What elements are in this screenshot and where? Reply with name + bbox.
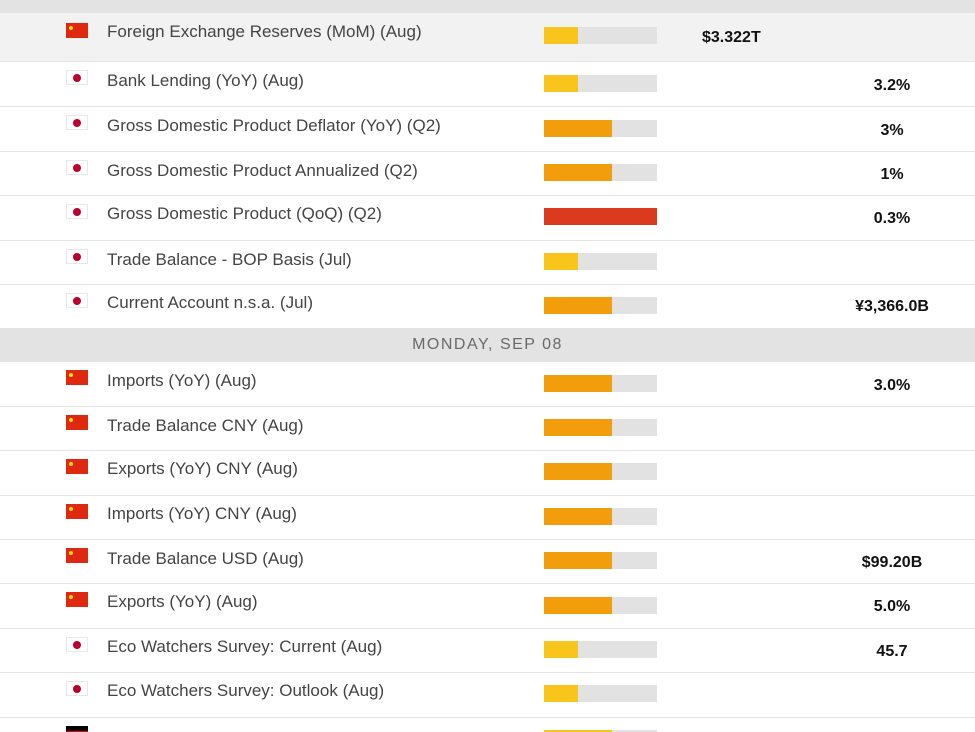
impact-bar [544, 27, 657, 44]
event-value: 3.0% [873, 377, 911, 394]
japan-flag-icon [66, 681, 88, 696]
event-name: Trade Balance - BOP Basis (Jul) [107, 250, 352, 269]
date-header-top-cut [0, 0, 975, 13]
impact-fill [544, 508, 612, 525]
event-row[interactable]: Trade Balance - BOP Basis (Jul) [0, 241, 975, 285]
event-row[interactable]: Eco Watchers Survey: Current (Aug) 45.7 [0, 629, 975, 673]
impact-fill [544, 120, 612, 137]
event-name: Current Account n.s.a. (Jul) [107, 293, 313, 312]
impact-fill [544, 597, 612, 614]
event-row[interactable]: Gross Domestic Product Annualized (Q2) 1… [0, 152, 975, 196]
japan-flag-icon [66, 637, 88, 652]
impact-bar [544, 552, 657, 569]
impact-bar [544, 208, 657, 225]
event-name: Imports (YoY) CNY (Aug) [107, 504, 297, 523]
event-value: $3.322T [702, 29, 761, 46]
event-row[interactable]: Foreign Exchange Reserves (MoM) (Aug) $3… [0, 13, 975, 62]
impact-bar [544, 120, 657, 137]
impact-fill [544, 375, 612, 392]
event-value: 3% [880, 122, 904, 139]
event-name: Bank Lending (YoY) (Aug) [107, 71, 304, 90]
impact-bar [544, 508, 657, 525]
event-value: 45.7 [876, 643, 908, 660]
event-row[interactable]: Current Account n.s.a. (Jul) ¥3,366.0B [0, 285, 975, 329]
event-row[interactable]: Eco Watchers Survey: Outlook (Aug) [0, 673, 975, 718]
event-value: 1% [880, 166, 904, 183]
impact-bar [544, 641, 657, 658]
event-value: ¥3,366.0B [855, 298, 929, 315]
event-value: 3.2% [873, 77, 911, 94]
event-row[interactable]: Bank Lending (YoY) (Aug) 3.2% [0, 62, 975, 107]
event-name: Exports (YoY) (Aug) [107, 592, 258, 611]
event-name: Imports (YoY) (Aug) [107, 371, 257, 390]
impact-fill [544, 419, 612, 436]
impact-fill [544, 641, 578, 658]
impact-fill [544, 297, 612, 314]
event-name: Eco Watchers Survey: Outlook (Aug) [107, 681, 385, 700]
event-row[interactable]: Trade Balance CNY (Aug) [0, 407, 975, 451]
japan-flag-icon [66, 115, 88, 130]
impact-fill [544, 27, 578, 44]
event-row[interactable]: Imports (YoY) CNY (Aug) [0, 496, 975, 540]
impact-bar [544, 75, 657, 92]
event-name: Trade Balance CNY (Aug) [107, 416, 304, 435]
event-row[interactable] [0, 718, 975, 732]
china-flag-icon [66, 23, 88, 38]
impact-bar [544, 685, 657, 702]
event-row[interactable]: Gross Domestic Product Deflator (YoY) (Q… [0, 107, 975, 152]
japan-flag-icon [66, 70, 88, 85]
event-row[interactable]: Trade Balance USD (Aug) $99.20B [0, 540, 975, 584]
event-row[interactable]: Exports (YoY) (Aug) 5.0% [0, 584, 975, 629]
impact-fill [544, 208, 657, 225]
event-value: 5.0% [873, 598, 911, 615]
event-row[interactable]: Exports (YoY) CNY (Aug) [0, 451, 975, 496]
china-flag-icon [66, 592, 88, 607]
impact-bar [544, 597, 657, 614]
event-row[interactable]: Imports (YoY) (Aug) 3.0% [0, 362, 975, 407]
event-value: $99.20B [861, 554, 923, 571]
china-flag-icon [66, 548, 88, 563]
impact-bar [544, 375, 657, 392]
event-row[interactable]: Gross Domestic Product (QoQ) (Q2) 0.3% [0, 196, 975, 241]
japan-flag-icon [66, 160, 88, 175]
impact-bar [544, 297, 657, 314]
china-flag-icon [66, 415, 88, 430]
japan-flag-icon [66, 204, 88, 219]
china-flag-icon [66, 504, 88, 519]
impact-fill [544, 463, 612, 480]
date-header: MONDAY, SEP 08 [0, 328, 975, 362]
japan-flag-icon [66, 249, 88, 264]
event-name: Gross Domestic Product (QoQ) (Q2) [107, 204, 382, 223]
event-name: Foreign Exchange Reserves (MoM) (Aug) [107, 22, 422, 41]
impact-fill [544, 164, 612, 181]
impact-fill [544, 552, 612, 569]
germany-flag-icon [66, 726, 88, 732]
impact-fill [544, 685, 578, 702]
event-name: Eco Watchers Survey: Current (Aug) [107, 637, 383, 656]
impact-bar [544, 463, 657, 480]
impact-fill [544, 253, 578, 270]
china-flag-icon [66, 370, 88, 385]
event-name: Exports (YoY) CNY (Aug) [107, 459, 298, 478]
event-name: Trade Balance USD (Aug) [107, 549, 304, 568]
impact-bar [544, 253, 657, 270]
impact-bar [544, 164, 657, 181]
event-name: Gross Domestic Product Annualized (Q2) [107, 161, 418, 180]
impact-fill [544, 75, 578, 92]
economic-calendar: Foreign Exchange Reserves (MoM) (Aug) $3… [0, 0, 975, 732]
event-name: Gross Domestic Product Deflator (YoY) (Q… [107, 116, 441, 135]
japan-flag-icon [66, 293, 88, 308]
event-value: 0.3% [873, 210, 911, 227]
impact-bar [544, 419, 657, 436]
china-flag-icon [66, 459, 88, 474]
